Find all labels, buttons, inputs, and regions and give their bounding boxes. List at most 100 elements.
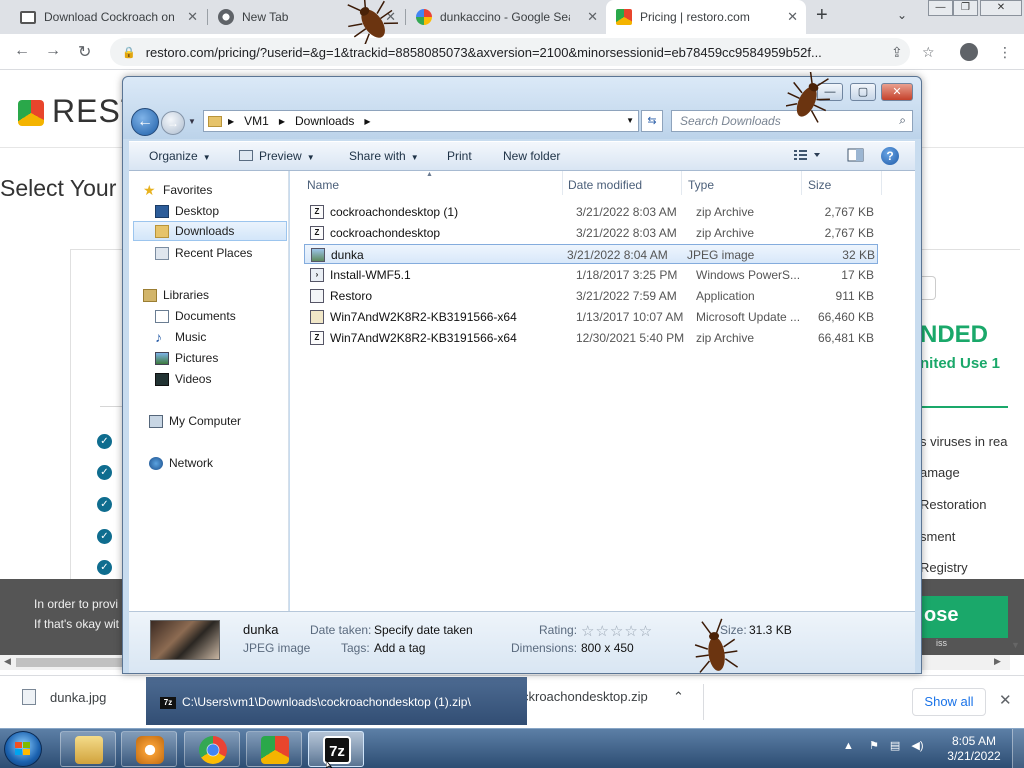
back-arrow-icon[interactable]: ← [14, 42, 30, 60]
view-options-icon[interactable] [793, 147, 820, 163]
taskbar-chrome[interactable] [184, 731, 240, 767]
image-thumbnail [150, 620, 220, 660]
close-icon[interactable]: ✕ [999, 691, 1012, 709]
downloads-folder-icon [155, 224, 169, 238]
file-date: 1/18/2017 3:25 PM [576, 268, 678, 282]
nav-downloads[interactable]: Downloads [133, 221, 287, 241]
preview-pane-icon[interactable] [847, 147, 865, 163]
file-row[interactable]: Z cockroachondesktop (1) 3/21/2022 8:03 … [304, 202, 878, 222]
breadcrumb-vm1[interactable]: VM1 [244, 114, 269, 128]
file-row[interactable]: Win7AndW2K8R2-KB3191566-x64 1/13/2017 10… [304, 307, 878, 327]
scroll-left-icon[interactable]: ◀ [4, 656, 11, 667]
taskbar-tooltip: 7z C:\Users\vm1\Downloads\cockroachondes… [146, 677, 527, 725]
new-tab-button[interactable]: + [816, 4, 828, 27]
file-row-selected[interactable]: dunka 3/21/2022 8:04 AM JPEG image 32 KB [304, 244, 878, 264]
start-button[interactable] [4, 731, 42, 767]
taskbar-7zip[interactable]: 7z [308, 731, 364, 767]
maximize-button[interactable]: ❐ [953, 0, 978, 16]
file-row[interactable]: Z Win7AndW2K8R2-KB3191566-x64 12/30/2021… [304, 328, 878, 348]
chevron-down-icon[interactable]: ▼ [626, 116, 634, 125]
taskbar-media-player[interactable] [121, 731, 177, 767]
profile-avatar-icon[interactable] [960, 43, 978, 61]
forward-arrow-icon[interactable]: → [161, 111, 185, 135]
close-icon[interactable]: ✕ [187, 9, 198, 25]
cookie-text: If that's okay wit [34, 617, 119, 631]
tab-download-cockroach[interactable]: Download Cockroach on ✕ [10, 0, 206, 34]
explorer-address-bar[interactable]: ▶ VM1 ▶ Downloads ▶ ▼ [203, 110, 639, 132]
preview-button[interactable]: Preview ▼ [239, 149, 315, 163]
explorer-command-bar: Organize ▼ Preview ▼ Share with ▼ Print New… [129, 141, 915, 171]
show-hidden-icons-icon[interactable]: ▲ [843, 740, 854, 752]
file-row[interactable]: Restoro 3/21/2022 7:59 AM Application 91… [304, 286, 878, 306]
tab-label: Pricing | restoro.com [640, 10, 750, 24]
network-status-icon[interactable]: ▤ [890, 740, 900, 752]
cookie-close-button[interactable]: ose [920, 596, 1008, 638]
refresh-icon[interactable]: ⇆ [641, 110, 663, 132]
folder-icon [75, 736, 103, 764]
help-icon[interactable]: ? [881, 147, 899, 165]
column-header-size[interactable]: Size [802, 171, 882, 195]
details-tags-value[interactable]: Add a tag [374, 641, 425, 655]
new-folder-button[interactable]: New folder [503, 149, 560, 163]
chevron-right-icon[interactable]: ▶ [364, 117, 370, 126]
plan-divider-accent [920, 406, 1008, 408]
taskbar-explorer[interactable] [60, 731, 116, 767]
file-row[interactable]: Z cockroachondesktop 3/21/2022 8:03 AM z… [304, 223, 878, 243]
share-icon[interactable]: ⇪ [891, 44, 903, 61]
chevron-up-icon[interactable]: ⌃ [673, 689, 684, 705]
chevron-down-icon: ▼ [410, 153, 419, 162]
share-with-button[interactable]: Share with ▼ [349, 149, 419, 163]
nav-my-computer[interactable]: My Computer [149, 411, 307, 431]
breadcrumb-downloads[interactable]: Downloads [295, 114, 354, 128]
scroll-down-icon[interactable]: ▼ [1011, 640, 1020, 650]
file-size: 2,767 KB [824, 205, 874, 219]
recent-pages-dropdown-icon[interactable]: ▼ [188, 117, 196, 126]
reload-icon[interactable]: ↻ [78, 42, 91, 62]
search-icon[interactable]: ⌕ [899, 113, 906, 128]
explorer-close-button[interactable]: ✕ [881, 83, 913, 101]
tab-google-search[interactable]: dunkaccino - Google Sea ✕ [406, 0, 606, 34]
file-size: 66,460 KB [817, 310, 874, 324]
chevron-right-icon[interactable]: ▶ [228, 117, 234, 126]
bookmark-star-icon[interactable]: ☆ [922, 44, 935, 61]
check-icon: ✓ [97, 560, 112, 575]
column-header-type[interactable]: Type [682, 171, 802, 195]
desktop-icon [155, 204, 169, 218]
nav-libraries[interactable]: Libraries [143, 285, 301, 305]
chevron-down-icon[interactable]: ⌄ [897, 8, 907, 22]
explorer-maximize-button[interactable]: ▢ [850, 83, 876, 101]
print-button[interactable]: Print [447, 149, 472, 163]
forward-arrow-icon[interactable]: → [45, 42, 61, 60]
organize-button[interactable]: Organize ▼ [149, 149, 211, 163]
file-row[interactable]: › Install-WMF5.1 1/18/2017 3:25 PM Windo… [304, 265, 878, 285]
action-center-icon[interactable]: ⚑ [869, 740, 879, 752]
window-close-button[interactable]: ✕ [980, 0, 1022, 16]
taskbar-restoro[interactable] [246, 731, 302, 767]
show-all-button[interactable]: Show all [912, 688, 986, 716]
nav-favorites[interactable]: ★ Favorites [143, 180, 301, 200]
cockroach-icon [786, 72, 830, 123]
close-icon[interactable]: ✕ [787, 9, 798, 25]
scrollbar-thumb[interactable] [16, 658, 126, 667]
download-item-dunka[interactable]: dunka.jpg [22, 689, 106, 705]
explorer-window: — ▢ ✕ ← → ▼ ▶ VM1 ▶ Downloads ▶ ▼ ⇆ Sear… [122, 76, 922, 674]
plan-dropdown[interactable] [920, 276, 936, 300]
close-icon[interactable]: ✕ [587, 9, 598, 25]
rating-stars-icon[interactable]: ☆☆☆☆☆ [581, 622, 653, 640]
address-bar[interactable]: 🔒 restoro.com/pricing/?userid=&g=1&track… [110, 38, 910, 66]
show-desktop-button[interactable] [1012, 729, 1024, 768]
chevron-right-icon[interactable]: ▶ [279, 117, 285, 126]
nav-network[interactable]: Network [149, 453, 307, 473]
minimize-button[interactable]: — [928, 0, 953, 16]
taskbar-clock[interactable]: 8:05 AM 3/21/2022 [944, 734, 1004, 764]
menu-kebab-icon[interactable]: ⋮ [998, 44, 1012, 61]
clock-time: 8:05 AM [951, 734, 997, 748]
back-arrow-icon[interactable]: ← [131, 108, 159, 136]
details-date-value[interactable]: Specify date taken [374, 623, 473, 637]
tab-pricing-restoro[interactable]: Pricing | restoro.com ✕ [606, 0, 806, 34]
scroll-right-icon[interactable]: ▶ [994, 656, 1001, 667]
volume-icon[interactable]: ◀) [911, 740, 923, 752]
network-icon [149, 456, 163, 470]
download-item-zip[interactable]: ckroachondesktop.zip [522, 689, 648, 704]
column-header-date[interactable]: Date modified [562, 171, 682, 195]
